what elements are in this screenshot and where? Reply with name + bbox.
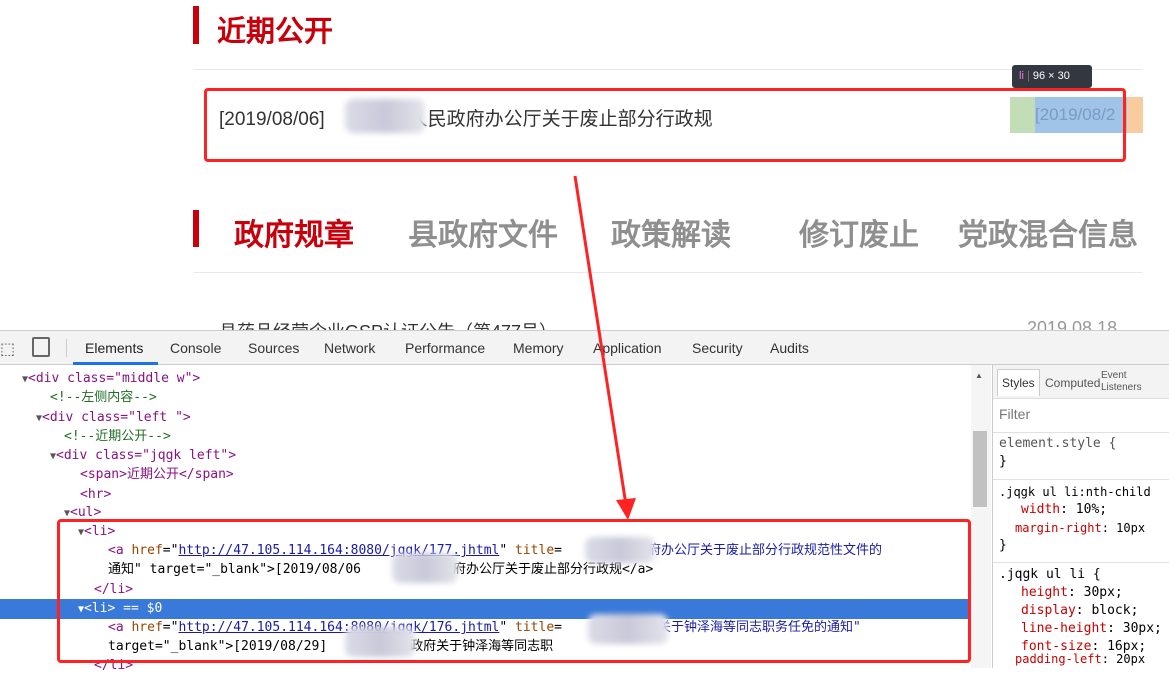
annotation-arrow-icon (573, 175, 636, 520)
